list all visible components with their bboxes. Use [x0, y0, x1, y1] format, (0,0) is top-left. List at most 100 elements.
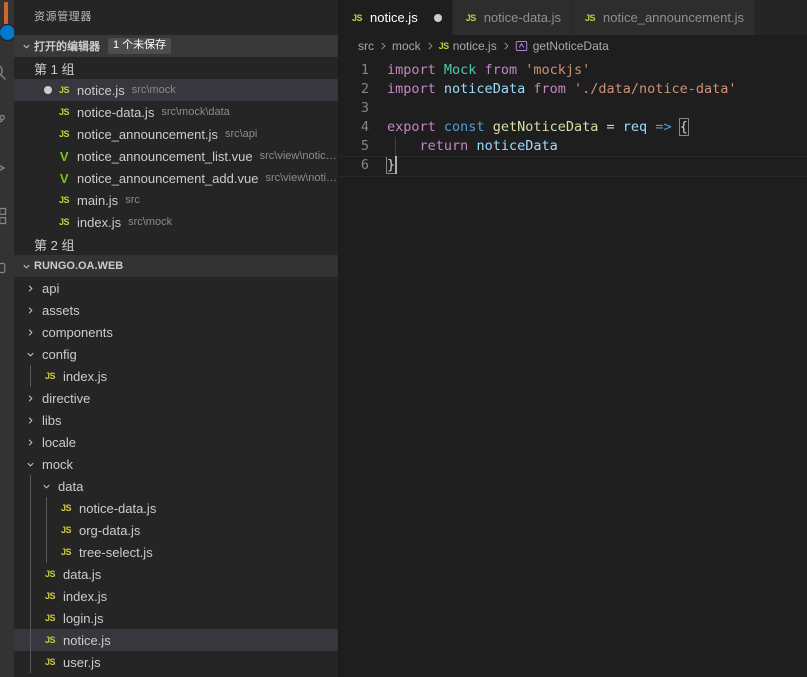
breadcrumb-item[interactable]: mock: [392, 39, 421, 53]
code-editor[interactable]: 123456 import Mock from 'mockjs' import n…: [339, 57, 807, 677]
editor-tab[interactable]: JS notice_announcement.js: [572, 0, 755, 35]
open-editor-name: notice.js: [77, 82, 125, 98]
chevron-down-icon: [38, 475, 54, 497]
tree-item-label: mock: [42, 456, 74, 472]
code-token: export: [387, 119, 436, 135]
tree-folder[interactable]: locale: [14, 431, 339, 453]
workspace-header[interactable]: RUNGO.OA.WEB: [14, 255, 339, 277]
breadcrumb-item[interactable]: src: [358, 39, 374, 53]
tree-item-label: index.js: [63, 588, 108, 604]
tree-file[interactable]: JS data.js: [14, 563, 339, 585]
editor-group-header[interactable]: 第 1 组: [14, 57, 339, 79]
indent-guide: [30, 365, 31, 387]
tree-folder[interactable]: data: [14, 475, 339, 497]
code-token: import: [387, 62, 436, 78]
tab-bar-filler: [754, 0, 807, 35]
run-debug-icon[interactable]: [0, 144, 14, 192]
open-editor-path: src: [125, 194, 140, 206]
code-token: noticeData: [476, 138, 558, 154]
tree-folder[interactable]: config: [14, 343, 339, 365]
open-editor-item[interactable]: JS index.js src\mock: [14, 211, 339, 233]
tree-item-label: notice-data.js: [79, 500, 157, 516]
open-editor-item[interactable]: JS notice.js src\mock: [14, 79, 339, 101]
editor-group-header[interactable]: 第 2 组: [14, 233, 339, 255]
editor-tab[interactable]: JS notice-data.js: [452, 0, 573, 35]
code-token: }: [385, 156, 397, 174]
js-file-icon: JS: [60, 503, 72, 513]
breadcrumb-item[interactable]: JS notice.js: [439, 39, 497, 53]
tree-item-label: login.js: [63, 610, 104, 626]
indent-guide: [30, 585, 31, 607]
search-icon[interactable]: [0, 48, 14, 96]
open-editor-name: notice_announcement.js: [77, 126, 218, 142]
tree-folder[interactable]: components: [14, 321, 339, 343]
chevron-right-icon: [22, 431, 38, 453]
indent-guide: [30, 651, 31, 673]
code-token: return: [419, 138, 469, 154]
code-token: noticeData: [443, 81, 526, 97]
code-line[interactable]: }: [339, 156, 807, 177]
chevron-down-icon: [18, 35, 34, 57]
source-control-icon[interactable]: [0, 96, 14, 144]
js-file-icon: JS: [44, 591, 56, 601]
indent-guide: [30, 607, 31, 629]
code-line[interactable]: [387, 99, 807, 118]
open-editor-name: notice_announcement_list.vue: [77, 148, 253, 164]
tree-file[interactable]: JS notice-data.js: [14, 497, 339, 519]
vue-file-icon: V: [59, 148, 69, 164]
open-editor-item[interactable]: JS notice-data.js src\mock\data: [14, 101, 339, 123]
indent-guide: [30, 497, 31, 519]
js-file-icon: JS: [351, 12, 363, 23]
code-line[interactable]: export const getNoticeData = req => {: [387, 118, 807, 137]
tree-item-label: libs: [42, 412, 62, 428]
tree-file[interactable]: JS index.js: [14, 365, 339, 387]
tree-item-label: config: [42, 346, 77, 362]
extensions-icon[interactable]: [0, 192, 14, 240]
open-editor-item[interactable]: JS notice_announcement.js src\api: [14, 123, 339, 145]
workspace-label: RUNGO.OA.WEB: [34, 260, 124, 272]
code-token: {: [678, 118, 689, 136]
editor-area: JS notice.js JS notice-data.js JS notice_anno…: [339, 0, 807, 677]
tab-dirty-dot[interactable]: [433, 13, 442, 22]
editor-tab[interactable]: JS notice.js: [339, 0, 453, 35]
open-editor-name: index.js: [77, 214, 122, 230]
tree-file[interactable]: JS org-data.js: [14, 519, 339, 541]
tree-file[interactable]: JS user.js: [14, 651, 339, 673]
code-line[interactable]: import noticeData from './data/notice-da…: [387, 80, 807, 99]
tree-file[interactable]: JS login.js: [14, 607, 339, 629]
dirty-indicator[interactable]: [40, 86, 56, 94]
explorer-badge: [0, 24, 14, 41]
editor-group-label: 第 1 组: [34, 61, 75, 77]
chevron-down-icon: [22, 453, 38, 475]
explorer-sidebar: 资源管理器 打开的编辑器 1 个未保存 第 1 组 JS notice.js src\…: [14, 0, 339, 677]
code-token: =: [606, 119, 615, 135]
tree-folder[interactable]: api: [14, 277, 339, 299]
tree-folder[interactable]: libs: [14, 409, 339, 431]
open-editors-header[interactable]: 打开的编辑器 1 个未保存: [14, 35, 339, 57]
line-number: 3: [360, 100, 369, 116]
open-editor-item[interactable]: Vnotice_announcement_list.vue src\view\no…: [14, 145, 339, 167]
tree-file[interactable]: JS tree-select.js: [14, 541, 339, 563]
code-token: import: [387, 81, 436, 97]
remote-icon[interactable]: [0, 244, 14, 292]
breadcrumb-item[interactable]: getNoticeData: [515, 39, 609, 53]
code-line[interactable]: import Mock from 'mockjs': [387, 61, 807, 80]
code-token: './data/notice-data': [574, 81, 737, 97]
open-editor-item[interactable]: JS main.js src: [14, 189, 339, 211]
js-file-icon: JS: [465, 12, 477, 23]
chevron-right-icon: [22, 409, 38, 431]
file-tree: api assets components config JS index.js direc…: [14, 277, 339, 673]
tree-file[interactable]: JS index.js: [14, 585, 339, 607]
tree-folder[interactable]: mock: [14, 453, 339, 475]
activity-bar: [0, 0, 14, 677]
code-line[interactable]: return noticeData: [387, 137, 807, 156]
open-editor-item[interactable]: Vnotice_announcement_add.vue src\view\not…: [14, 167, 339, 189]
code-content[interactable]: import Mock from 'mockjs' import noticeDa…: [339, 61, 807, 677]
open-editor-name: notice_announcement_add.vue: [77, 170, 259, 186]
tree-folder[interactable]: assets: [14, 299, 339, 321]
tree-folder[interactable]: directive: [14, 387, 339, 409]
editor-tab-label: notice.js: [370, 10, 418, 25]
tree-item-label: data.js: [63, 566, 102, 582]
js-file-icon: JS: [58, 129, 70, 139]
tree-file[interactable]: JS notice.js: [14, 629, 339, 651]
